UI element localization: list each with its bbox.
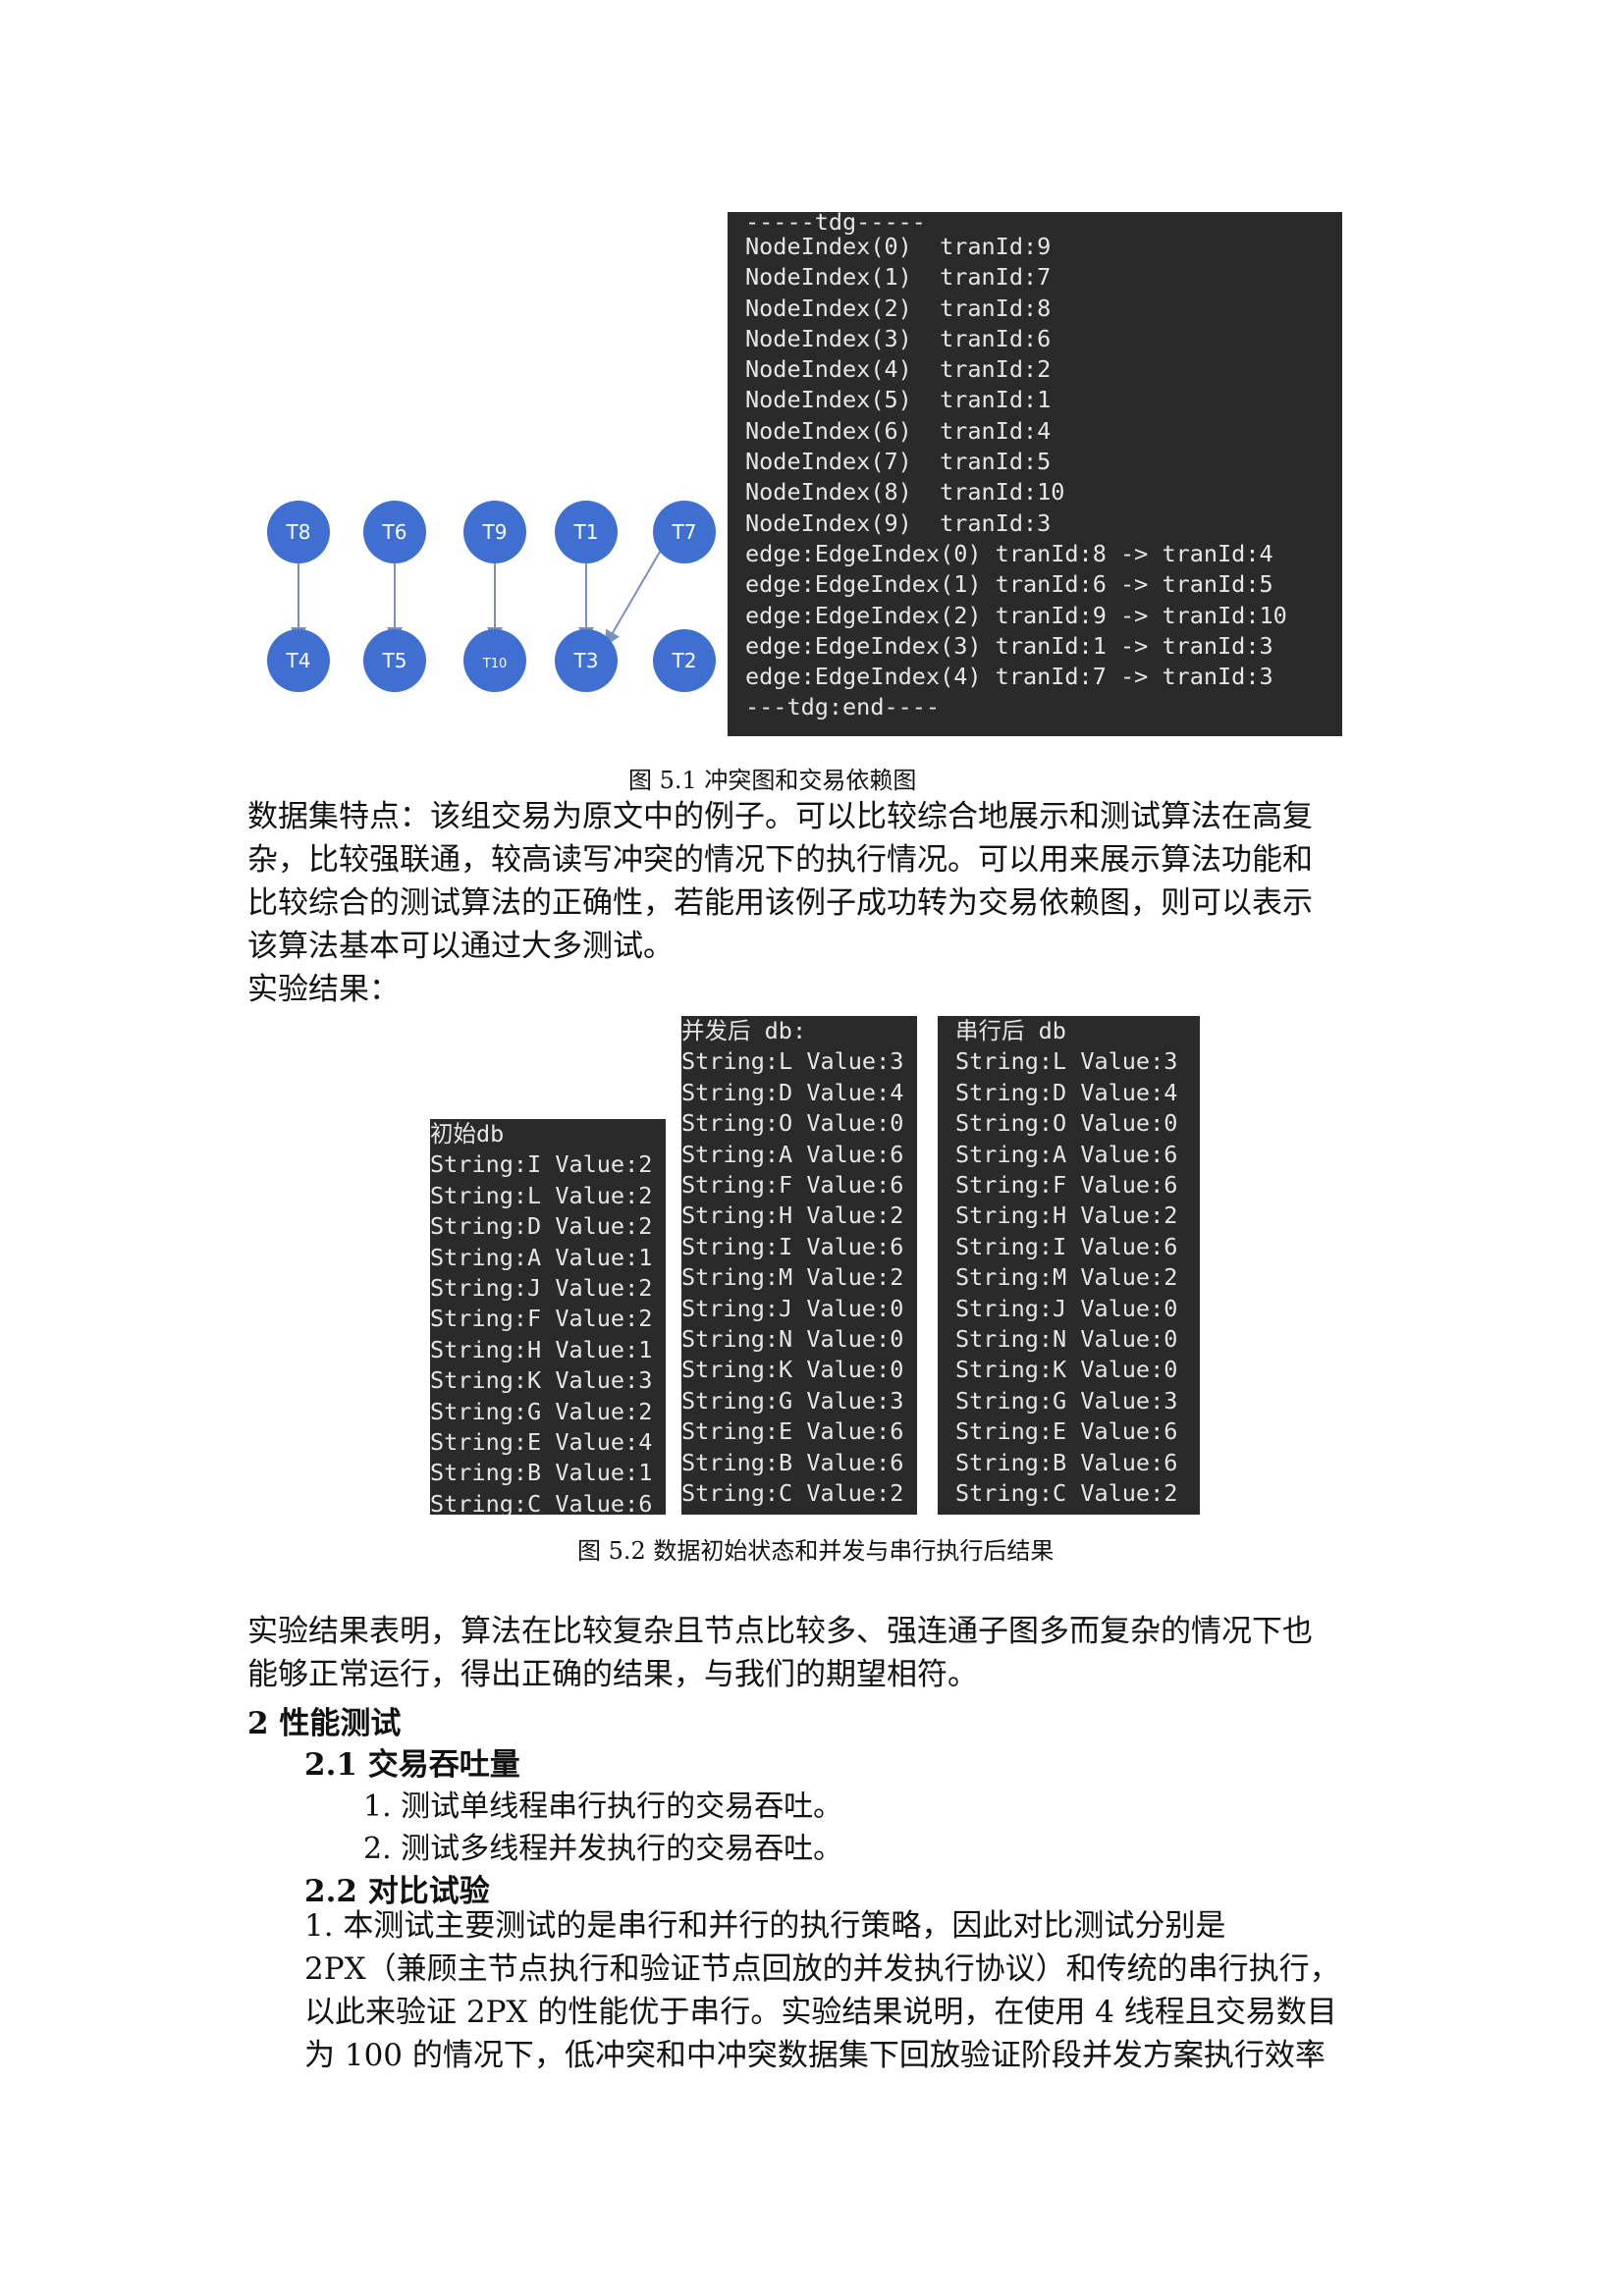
graph-node-label: T3 [573,649,599,672]
section-heading-2: 2 性能测试 [247,1706,402,1741]
terminal-line: String:H Value:1 [430,1335,653,1363]
db-parallel-panel: 并发后 db: String:L Value:3 String:D Value:4 S… [681,1016,917,1515]
terminal-line: NodeIndex(8) tranId:10 [745,478,1065,507]
terminal-line: String:F Value:2 [430,1305,653,1333]
terminal-line: String:C Value:6 [430,1489,653,1515]
graph-node-label: T7 [672,520,697,544]
terminal-line: ---tdg:end---- [745,693,941,721]
terminal-line: String:I Value:6 [955,1232,1178,1260]
terminal-line: String:F Value:6 [681,1171,904,1200]
terminal-line: String:H Value:2 [681,1201,904,1230]
terminal-line: String:E Value:4 [430,1428,653,1457]
list-item: 2. 测试多线程并发执行的交易吞吐。 [363,1832,843,1866]
terminal-line: String:B Value:6 [681,1448,904,1476]
terminal-line: NodeIndex(7) tranId:5 [745,448,1052,476]
terminal-line: String:D Value:4 [681,1078,904,1106]
figure-caption-5-2: 图 5.2 数据初始状态和并发与串行执行后结果 [577,1537,1055,1565]
terminal-line: edge:EdgeIndex(3) tranId:1 -> tranId:3 [745,631,1273,660]
terminal-line: NodeIndex(2) tranId:8 [745,294,1052,322]
terminal-line: edge:EdgeIndex(1) tranId:6 -> tranId:5 [745,570,1273,599]
terminal-line: -----tdg----- [745,212,926,236]
terminal-line: String:O Value:0 [955,1109,1178,1138]
terminal-line: String:K Value:3 [430,1366,653,1395]
results-label: 实验结果： [247,972,400,1007]
terminal-line: NodeIndex(0) tranId:9 [745,233,1052,260]
terminal-line: String:L Value:2 [430,1181,653,1209]
terminal-line: NodeIndex(6) tranId:4 [745,416,1052,445]
terminal-line: String:D Value:4 [955,1078,1178,1106]
terminal-line: edge:EdgeIndex(4) tranId:7 -> tranId:3 [745,663,1273,691]
paragraph-line: 杂，比较强联通，较高读写冲突的情况下的执行情况。可以用来展示算法功能和 [247,842,1313,878]
graph-node-label: T9 [482,520,508,544]
graph-node-label: T1 [573,520,599,544]
paragraph-line: 数据集特点：该组交易为原文中的例子。可以比较综合地展示和测试算法在高复 [247,799,1313,834]
terminal-line: String:J Value:0 [955,1294,1178,1322]
terminal-line: String:E Value:6 [955,1417,1178,1446]
paragraph-line: 以此来验证 2PX 的性能优于串行。实验结果说明，在使用 4 线程且交易数目 [304,1995,1337,2030]
tdg-terminal: -----tdg----- NodeIndex(0) tranId:9 NodeIn… [728,212,1342,736]
terminal-line: edge:EdgeIndex(0) tranId:8 -> tranId:4 [745,539,1273,567]
db-serial-panel: 串行后 db String:L Value:3 String:D Value:4 St… [938,1016,1200,1515]
terminal-line: NodeIndex(1) tranId:7 [745,263,1052,292]
terminal-line: String:L Value:3 [681,1047,904,1076]
terminal-line: String:L Value:3 [955,1047,1178,1076]
terminal-line: NodeIndex(9) tranId:3 [745,508,1052,537]
terminal-line: String:I Value:2 [430,1150,653,1179]
paragraph-line: 该算法基本可以通过大多测试。 [247,929,674,964]
graph-node-label: T10 [482,657,507,671]
list-item: 1. 测试单线程串行执行的交易吞吐。 [363,1789,843,1824]
paragraph-line: 实验结果表明，算法在比较复杂且节点比较多、强连通子图多而复杂的情况下也 [247,1614,1313,1649]
graph-node-label: T6 [382,520,407,544]
terminal-line: String:K Value:0 [681,1356,904,1384]
terminal-line: String:J Value:0 [681,1294,904,1322]
terminal-line: String:N Value:0 [681,1325,904,1354]
terminal-title: 串行后 db [955,1017,1066,1044]
terminal-line: String:O Value:0 [681,1109,904,1138]
terminal-line: NodeIndex(3) tranId:6 [745,324,1052,352]
paragraph-line: 为 100 的情况下，低冲突和中冲突数据集下回放验证阶段并发方案执行效率 [304,2038,1326,2073]
terminal-line: String:N Value:0 [955,1325,1178,1354]
terminal-line: String:M Value:2 [681,1263,904,1292]
terminal-line: String:C Value:2 [955,1479,1178,1508]
conflict-graph: T8 T6 T9 T1 T7 T4 T5 T10 T3 T2 [267,501,716,692]
graph-node-label: T4 [286,649,311,672]
terminal-line: String:J Value:2 [430,1274,653,1303]
terminal-line: String:A Value:6 [681,1140,904,1168]
terminal-line: String:M Value:2 [955,1263,1178,1292]
db-initial-panel: 初始db String:I Value:2 String:L Value:2 Stri… [430,1119,666,1515]
terminal-title: 初始db [430,1120,505,1148]
terminal-line: String:H Value:2 [955,1201,1178,1230]
terminal-line: String:I Value:6 [681,1232,904,1260]
terminal-line: String:G Value:2 [430,1397,653,1425]
graph-node-label: T5 [382,649,407,672]
graph-node-label: T8 [286,520,311,544]
paragraph-line: 比较综合的测试算法的正确性，若能用该例子成功转为交易依赖图，则可以表示 [247,885,1313,921]
terminal-line: NodeIndex(5) tranId:1 [745,386,1052,414]
terminal-line: NodeIndex(4) tranId:2 [745,355,1052,384]
terminal-line: String:A Value:1 [430,1243,653,1271]
paragraph-line: 能够正常运行，得出正确的结果，与我们的期望相符。 [247,1657,978,1692]
section-heading-2-1: 2.1 交易吞吐量 [304,1747,520,1783]
terminal-line: String:D Value:2 [430,1212,653,1241]
terminal-line: String:C Value:2 [681,1479,904,1508]
terminal-line: String:K Value:0 [955,1356,1178,1384]
paragraph-line: 2PX（兼顾主节点执行和验证节点回放的并发执行协议）和传统的串行执行， [304,1951,1340,1987]
terminal-line: edge:EdgeIndex(2) tranId:9 -> tranId:10 [745,601,1287,629]
terminal-line: String:F Value:6 [955,1171,1178,1200]
figure-caption-5-1: 图 5.1 冲突图和交易依赖图 [628,767,917,794]
terminal-line: String:G Value:3 [955,1386,1178,1415]
paragraph-line: 1. 本测试主要测试的是串行和并行的执行策略，因此对比测试分别是 [304,1908,1226,1944]
terminal-title: 并发后 db: [681,1017,807,1044]
terminal-line: String:E Value:6 [681,1417,904,1446]
terminal-line: String:B Value:6 [955,1448,1178,1476]
terminal-line: String:G Value:3 [681,1386,904,1415]
terminal-line: String:B Value:1 [430,1459,653,1487]
graph-node-label: T2 [672,649,697,672]
terminal-line: String:A Value:6 [955,1140,1178,1168]
